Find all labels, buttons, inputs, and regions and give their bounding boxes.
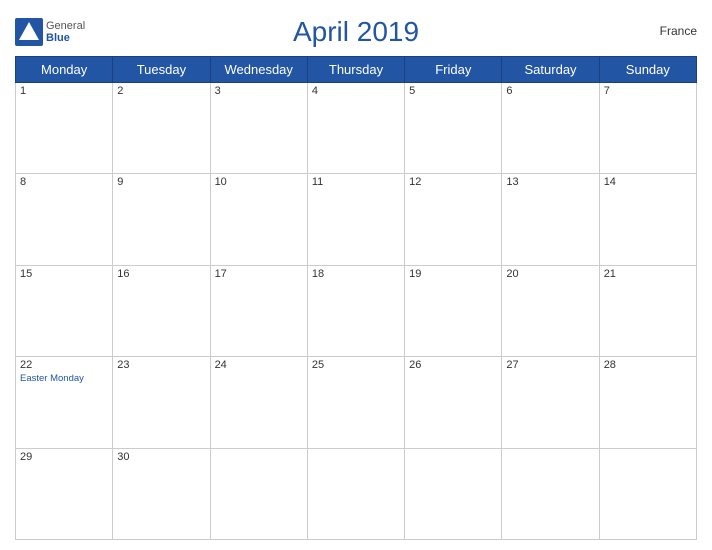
day-number: 28 <box>604 359 692 371</box>
calendar-cell: 16 <box>113 265 210 356</box>
calendar-cell <box>502 448 599 539</box>
day-number: 25 <box>312 359 400 371</box>
day-number: 12 <box>409 176 497 188</box>
calendar-cell: 27 <box>502 357 599 448</box>
calendar-week-row: 89 10 11 12 13 14 <box>16 174 697 265</box>
calendar-week-row: 29 30 <box>16 448 697 539</box>
day-number: 26 <box>409 359 497 371</box>
day-number: 27 <box>506 359 594 371</box>
calendar-cell: 21 <box>599 265 696 356</box>
calendar-cell: 26 <box>405 357 502 448</box>
country-label: France <box>660 24 697 38</box>
calendar-cell: 23 <box>113 357 210 448</box>
calendar-cell: 4 <box>307 83 404 174</box>
holiday-label: Easter Monday <box>20 373 108 384</box>
day-number: 6 <box>506 85 594 97</box>
weekday-header-monday: Monday <box>16 57 113 83</box>
day-number: 1 <box>20 85 108 97</box>
day-number: 21 <box>604 268 692 280</box>
month-title: April 2019 <box>293 16 419 48</box>
logo-blue: Blue <box>46 32 85 44</box>
calendar-cell: 5 <box>405 83 502 174</box>
weekday-header-row: MondayTuesdayWednesdayThursdayFridaySatu… <box>16 57 697 83</box>
calendar-cell: 29 <box>16 448 113 539</box>
day-number: 17 <box>215 268 303 280</box>
calendar-cell: 7 <box>599 83 696 174</box>
calendar-cell: 11 <box>307 174 404 265</box>
calendar-cell: 1 <box>16 83 113 174</box>
logo: General Blue <box>15 18 85 46</box>
calendar-cell <box>599 448 696 539</box>
logo-icon <box>15 18 43 46</box>
weekday-header-tuesday: Tuesday <box>113 57 210 83</box>
day-number: 11 <box>312 176 400 188</box>
day-number: 2 <box>117 85 205 97</box>
calendar-cell: 13 <box>502 174 599 265</box>
calendar-table: MondayTuesdayWednesdayThursdayFridaySatu… <box>15 56 697 540</box>
calendar-cell: 9 <box>113 174 210 265</box>
calendar-cell: 19 <box>405 265 502 356</box>
calendar-cell: 22 Easter Monday <box>16 357 113 448</box>
calendar-header: General Blue April 2019 France <box>15 10 697 52</box>
calendar-cell: 24 <box>210 357 307 448</box>
day-number: 29 <box>20 451 108 463</box>
day-number: 16 <box>117 268 205 280</box>
day-number: 23 <box>117 359 205 371</box>
day-number: 14 <box>604 176 692 188</box>
logo-general: General <box>46 20 85 32</box>
calendar-cell <box>210 448 307 539</box>
calendar-cell: 15 <box>16 265 113 356</box>
day-number: 4 <box>312 85 400 97</box>
day-number: 3 <box>215 85 303 97</box>
calendar-cell: 25 <box>307 357 404 448</box>
calendar-cell: 2 <box>113 83 210 174</box>
weekday-header-thursday: Thursday <box>307 57 404 83</box>
calendar-cell <box>307 448 404 539</box>
day-number: 20 <box>506 268 594 280</box>
calendar-week-row: 15 16 17 18 19 20 21 <box>16 265 697 356</box>
calendar-cell: 18 <box>307 265 404 356</box>
day-number: 15 <box>20 268 108 280</box>
calendar-cell: 14 <box>599 174 696 265</box>
day-number: 10 <box>215 176 303 188</box>
day-number: 30 <box>117 451 205 463</box>
day-number: 19 <box>409 268 497 280</box>
calendar-cell: 20 <box>502 265 599 356</box>
calendar-cell: 30 <box>113 448 210 539</box>
day-number: 18 <box>312 268 400 280</box>
calendar-cell: 8 <box>16 174 113 265</box>
calendar-cell: 17 <box>210 265 307 356</box>
day-number: 7 <box>604 85 692 97</box>
logo-text: General Blue <box>46 20 85 44</box>
calendar-cell: 12 <box>405 174 502 265</box>
calendar-cell <box>405 448 502 539</box>
day-number: 9 <box>117 176 205 188</box>
day-number: 8 <box>20 176 108 188</box>
weekday-header-sunday: Sunday <box>599 57 696 83</box>
day-number: 13 <box>506 176 594 188</box>
calendar-cell: 6 <box>502 83 599 174</box>
day-number: 24 <box>215 359 303 371</box>
calendar-cell: 28 <box>599 357 696 448</box>
weekday-header-friday: Friday <box>405 57 502 83</box>
calendar-week-row: 22 Easter Monday 23 24 25 26 27 28 <box>16 357 697 448</box>
calendar-cell: 10 <box>210 174 307 265</box>
weekday-header-saturday: Saturday <box>502 57 599 83</box>
day-number: 5 <box>409 85 497 97</box>
weekday-header-wednesday: Wednesday <box>210 57 307 83</box>
calendar-cell: 3 <box>210 83 307 174</box>
day-number: 22 <box>20 359 108 371</box>
calendar-week-row: 1234567 <box>16 83 697 174</box>
